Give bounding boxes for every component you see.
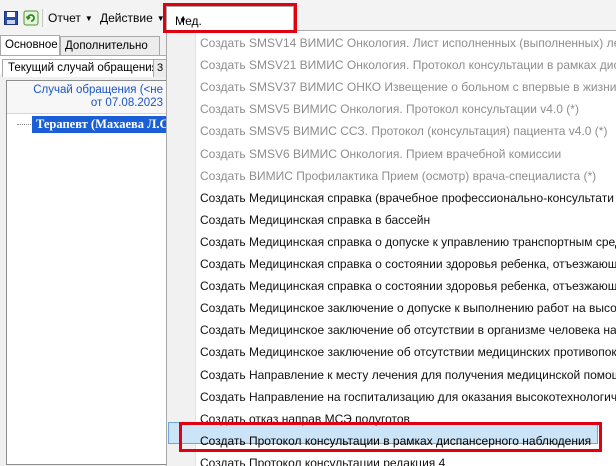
med-docs-dropdown: Создать SMSV14 ВИМИС Онкология. Лист исп…	[166, 30, 616, 466]
dropdown-item[interactable]: Создать Медицинская справка (врачебное п…	[200, 187, 614, 209]
chevron-down-icon: ▼	[156, 14, 165, 23]
dropdown-item[interactable]: Создать SMSV6 ВИМИС Онкология. Прием вра…	[200, 143, 561, 165]
dropdown-item[interactable]: Создать Направление на госпитализацию дл…	[200, 386, 616, 408]
toolbar-separator	[42, 9, 46, 27]
menu-med-docs[interactable]: Мед. документация▼	[166, 6, 294, 48]
grid-header[interactable]: Случай обращения (<не от 07.08.2023	[7, 81, 167, 114]
chevron-down-icon: ▼	[84, 14, 93, 23]
refresh-icon[interactable]	[22, 8, 40, 28]
tab-next[interactable]: 3	[153, 59, 167, 77]
dropdown-item[interactable]: Создать SMSV37 ВИМИС ОНКО Извещение о бо…	[200, 76, 616, 98]
dropdown-item[interactable]: Создать Протокол консультации в рамках д…	[200, 430, 591, 452]
dropdown-item[interactable]: Создать Медицинская справка в бассейн	[200, 209, 430, 231]
case-tree: Случай обращения (<не от 07.08.2023 Тера…	[6, 80, 167, 465]
menu-report[interactable]: Отчет ▼	[48, 8, 93, 28]
dropdown-item[interactable]: Создать Медицинское заключение об отсутс…	[200, 319, 616, 341]
dropdown-item[interactable]: Создать Медицинское заключение об отсутс…	[200, 341, 616, 363]
tree-connector	[17, 124, 31, 126]
dropdown-item[interactable]: Создать SMSV14 ВИМИС Онкология. Лист исп…	[200, 32, 616, 54]
left-panel: Основное Дополнительно Текущий случай об…	[0, 35, 167, 465]
dropdown-item[interactable]: Создать SMSV5 ВИМИС Онкология. Протокол …	[200, 98, 579, 120]
menu-action[interactable]: Действие ▼	[100, 8, 165, 28]
tab-current-case[interactable]: Текущий случай обращения	[2, 59, 164, 77]
dropdown-item[interactable]: Создать отказ направ МСЭ полуготов	[200, 408, 410, 430]
grid-header-date: от 07.08.2023	[90, 97, 163, 109]
dropdown-item[interactable]: Создать Медицинская справка о допуске к …	[200, 231, 616, 253]
dropdown-item[interactable]: Создать Направление к месту лечения для …	[200, 364, 616, 386]
dropdown-item[interactable]: Создать Медицинская справка о состоянии …	[200, 253, 616, 275]
dropdown-item[interactable]: Создать SMSV21 ВИМИС Онкология. Протокол…	[200, 54, 616, 76]
tab-additional[interactable]: Дополнительно	[60, 36, 160, 55]
save-icon[interactable]	[2, 8, 20, 28]
dropdown-item[interactable]: Создать Медицинская справка о состоянии …	[200, 275, 616, 297]
tab-main[interactable]: Основное	[0, 35, 60, 56]
tree-node-therapist[interactable]: Терапевт (Махаева Л.С.	[32, 116, 167, 133]
dropdown-item[interactable]: Создать ВИМИС Профилактика Прием (осмотр…	[200, 165, 596, 187]
dropdown-item[interactable]: Создать SMSV5 ВИМИС ССЗ. Протокол (консу…	[200, 120, 607, 142]
chevron-down-icon: ▼	[179, 16, 187, 25]
dropdown-item[interactable]: Создать Медицинское заключение о допуске…	[200, 297, 616, 319]
dropdown-item[interactable]: Создать Протокол консультации редакция 4	[200, 452, 445, 466]
grid-header-title: Случай обращения (<не	[33, 84, 163, 96]
